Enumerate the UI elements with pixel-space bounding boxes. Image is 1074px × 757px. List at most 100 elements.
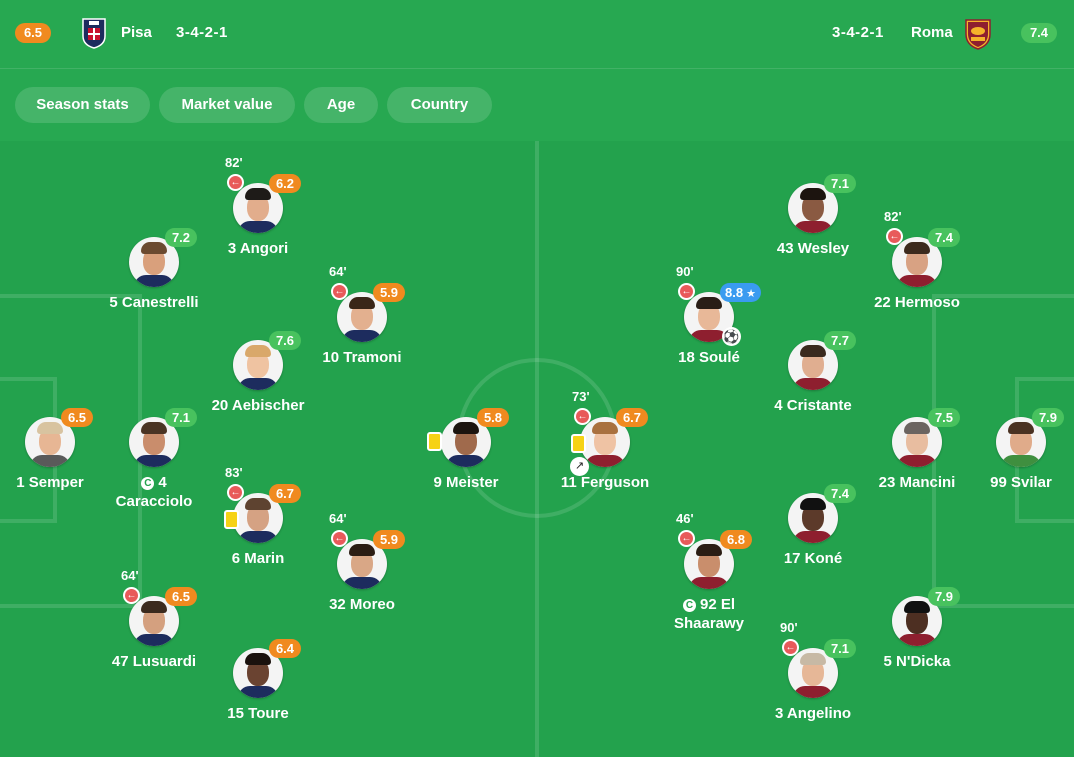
tab-market-value[interactable]: Market value xyxy=(159,87,295,123)
player-rating: 7.9 xyxy=(1032,408,1064,427)
player-rating: 6.4 xyxy=(269,639,301,658)
player-name-line1: 1 Semper xyxy=(16,474,84,491)
substitution-out-icon: ← xyxy=(678,283,695,300)
home-team-name[interactable]: Pisa xyxy=(121,23,152,43)
player-name[interactable]: 3 Angori xyxy=(183,239,333,258)
tab-country[interactable]: Country xyxy=(387,87,492,123)
yellow-card-icon xyxy=(571,434,586,453)
player-name[interactable]: 4 Cristante xyxy=(738,396,888,415)
player-name[interactable]: C 4 Caracciolo xyxy=(79,473,229,511)
substitution-out-icon: ← xyxy=(227,484,244,501)
player-name[interactable]: 6 Marin xyxy=(183,549,333,568)
player-name-line1: 3 Angori xyxy=(227,240,289,257)
player-name[interactable]: 3 Angelino xyxy=(738,704,888,723)
player-name-line1: 17 Koné xyxy=(783,550,843,567)
tab-season-stats[interactable]: Season stats xyxy=(15,87,150,123)
yellow-card-icon xyxy=(427,432,442,451)
player-rating: 5.9 xyxy=(373,530,405,549)
substitution-minute: 64' xyxy=(329,264,347,279)
player-name[interactable]: 18 Soulé xyxy=(634,348,784,367)
roma-crest-icon xyxy=(965,19,991,50)
substitution-minute: 90' xyxy=(676,264,694,279)
substitution-minute: 82' xyxy=(225,155,243,170)
player-rating: 7.5 xyxy=(928,408,960,427)
player-rating: 7.4 xyxy=(928,228,960,247)
player-name[interactable]: 17 Koné xyxy=(738,549,888,568)
substitution-out-icon: ← xyxy=(123,587,140,604)
player-name-line1: 92 El xyxy=(699,596,736,613)
star-icon: ★ xyxy=(743,288,756,300)
home-team-rating: 6.5 xyxy=(15,23,51,43)
away-formation: 3-4-2-1 xyxy=(832,24,884,41)
substitution-minute: 82' xyxy=(884,209,902,224)
player-name-line1: 20 Aebischer xyxy=(211,397,305,414)
captain-icon: C xyxy=(141,477,155,490)
player-rating: 6.5 xyxy=(165,587,197,606)
substitution-minute: 64' xyxy=(121,568,139,583)
substitution-minute: 64' xyxy=(329,511,347,526)
player-rating: 7.9 xyxy=(928,587,960,606)
player-rating: 6.5 xyxy=(61,408,93,427)
substitution-minute: 73' xyxy=(572,389,590,404)
home-formation: 3-4-2-1 xyxy=(176,24,228,41)
player-name-line2: Caracciolo xyxy=(115,493,193,510)
player-rating: 6.7 xyxy=(616,408,648,427)
player-name[interactable]: 5 Canestrelli xyxy=(79,293,229,312)
player-rating: 7.1 xyxy=(824,174,856,193)
player-name[interactable]: 32 Moreo xyxy=(287,595,437,614)
substitution-minute: 90' xyxy=(780,620,798,635)
away-team-name[interactable]: Roma xyxy=(911,23,953,43)
player-name-line1: 32 Moreo xyxy=(329,596,395,613)
substitution-out-icon: ← xyxy=(331,530,348,547)
player-rating: 8.8 ★ xyxy=(720,283,761,302)
player-name-line1: 6 Marin xyxy=(231,550,285,567)
player-name-line1: 43 Wesley xyxy=(776,240,850,257)
player-rating: 6.2 xyxy=(269,174,301,193)
player-name-line1: 99 Svilar xyxy=(990,474,1052,491)
substitution-minute: 83' xyxy=(225,465,243,480)
goal-ball-icon: ⚽ xyxy=(722,327,741,346)
player-rating: 5.9 xyxy=(373,283,405,302)
stats-tabs: Season stats Market value Age Country xyxy=(0,69,1074,141)
player-name[interactable]: 9 Meister xyxy=(391,473,541,492)
player-name[interactable]: 11 Ferguson xyxy=(530,473,680,492)
player-name[interactable]: 47 Lusuardi xyxy=(79,652,229,671)
player-name[interactable]: 22 Hermoso xyxy=(842,293,992,312)
substitution-out-icon: ← xyxy=(782,639,799,656)
substitution-out-icon: ← xyxy=(331,283,348,300)
player-rating: 6.8 xyxy=(720,530,752,549)
tab-age[interactable]: Age xyxy=(304,87,378,123)
player-name-line1: 22 Hermoso xyxy=(874,294,960,311)
player-name-line1: 5 Canestrelli xyxy=(109,294,199,311)
match-header: 6.5 Pisa 3-4-2-1 3-4-2-1 Roma 7.4 xyxy=(0,0,1074,69)
player-name-line1: 15 Toure xyxy=(227,705,289,722)
player-name-line1: 4 Cristante xyxy=(774,397,852,414)
player-name[interactable]: 99 Svilar xyxy=(946,473,1074,492)
player-name-line1: 23 Mancini xyxy=(878,474,956,491)
player-name-line2: Shaarawy xyxy=(673,615,745,632)
player-name[interactable]: 10 Tramoni xyxy=(287,348,437,367)
player-name-line1: 4 xyxy=(158,474,167,491)
away-team-rating: 7.4 xyxy=(1021,23,1057,43)
player-name[interactable]: 5 N'Dicka xyxy=(842,652,992,671)
substitution-out-icon: ← xyxy=(886,228,903,245)
pisa-crest-icon xyxy=(82,18,106,49)
player-rating: 7.7 xyxy=(824,331,856,350)
substitution-out-icon: ← xyxy=(574,408,591,425)
substitution-minute: 46' xyxy=(676,511,694,526)
player-name-line1: 47 Lusuardi xyxy=(111,653,197,670)
player-rating: 5.8 xyxy=(477,408,509,427)
player-name-line1: 9 Meister xyxy=(433,474,499,491)
substitution-out-icon: ← xyxy=(227,174,244,191)
player-name[interactable]: 15 Toure xyxy=(183,704,333,723)
yellow-card-icon xyxy=(224,510,239,529)
captain-icon: C xyxy=(682,599,696,612)
player-name[interactable]: C 92 El Shaarawy xyxy=(634,595,784,633)
player-name[interactable]: 20 Aebischer xyxy=(183,396,333,415)
player-name-line1: 3 Angelino xyxy=(774,705,852,722)
player-name-line1: 18 Soulé xyxy=(678,349,740,366)
player-name-line1: 11 Ferguson xyxy=(560,474,650,491)
player-name-line1: 5 N'Dicka xyxy=(883,653,951,670)
player-name[interactable]: 43 Wesley xyxy=(738,239,888,258)
player-name-line1: 10 Tramoni xyxy=(322,349,402,366)
